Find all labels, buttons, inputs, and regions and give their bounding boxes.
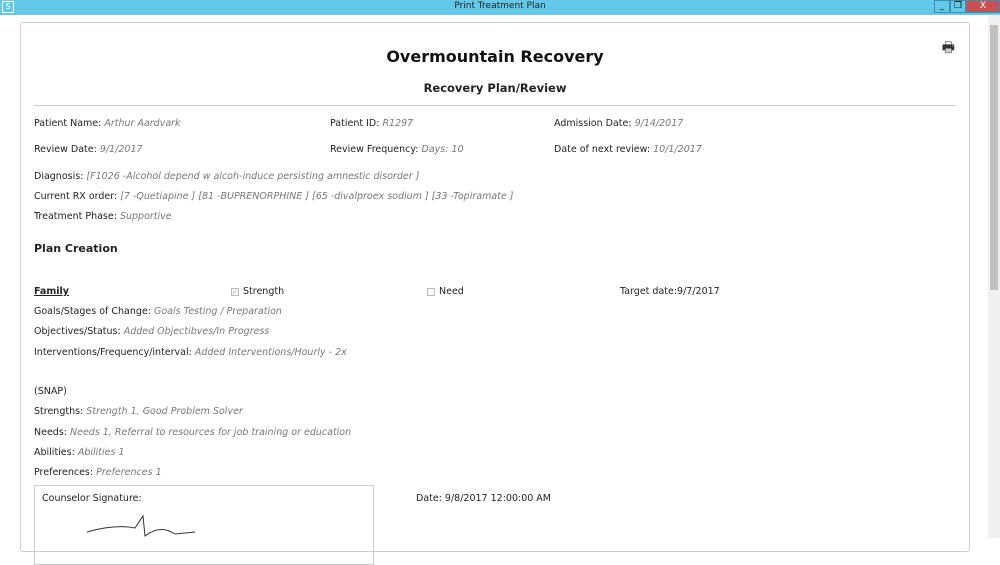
diagnosis-field: Diagnosis: [F1026 -Alcohol depend w alco… xyxy=(34,171,420,182)
signature-box: Counselor Signature: xyxy=(34,485,374,565)
abilities-field: Abilities: Abilities 1 xyxy=(34,447,125,458)
divider xyxy=(34,105,956,106)
admission-date-field: Admission Date: 9/14/2017 xyxy=(554,118,684,129)
snap-heading: (SNAP) xyxy=(34,386,67,397)
document-page: Overmountain Recovery Recovery Plan/Revi… xyxy=(20,22,970,565)
plan-area-family: Family xyxy=(34,286,69,297)
strengths-field: Strengths: Strength 1, Good Problem Solv… xyxy=(34,406,243,417)
restore-button[interactable]: ❐ xyxy=(950,0,966,13)
title-bar: S Print Treatment Plan _ ❐ X xyxy=(0,0,1000,15)
needs-field: Needs: Needs 1, Referral to resources fo… xyxy=(34,427,352,438)
signature-image xyxy=(86,514,196,537)
treatment-phase-field: Treatment Phase: Supportive xyxy=(34,211,172,222)
patient-id-field: Patient ID: R1297 xyxy=(330,118,414,129)
signature-date: Date: 9/8/2017 12:00:00 AM xyxy=(416,493,551,504)
signature-label: Counselor Signature: xyxy=(42,493,142,504)
strength-checkbox[interactable]: ✓ Strength xyxy=(231,286,284,297)
window-title: Print Treatment Plan xyxy=(454,1,546,11)
objectives-field: Objectives/Status: Added Objectibves/In … xyxy=(34,326,270,337)
checkbox-icon[interactable] xyxy=(427,287,435,296)
review-frequency-field: Review Frequency: Days: 10 xyxy=(330,144,464,155)
vertical-scrollbar[interactable] xyxy=(988,15,1000,538)
target-date: Target date:9/7/2017 xyxy=(620,286,720,297)
print-icon[interactable]: 🖶 xyxy=(942,37,955,61)
need-checkbox[interactable]: Need xyxy=(427,286,464,297)
next-review-field: Date of next review: 10/1/2017 xyxy=(554,144,702,155)
checkbox-checked-icon[interactable]: ✓ xyxy=(231,287,239,296)
patient-name-field: Patient Name: Arthur Aardvark xyxy=(34,118,181,129)
minimize-button[interactable]: _ xyxy=(934,0,950,13)
scrollbar-thumb[interactable] xyxy=(990,25,998,290)
preferences-field: Preferences: Preferences 1 xyxy=(34,467,162,478)
review-date-field: Review Date: 9/1/2017 xyxy=(34,144,143,155)
page-subtitle: Recovery Plan/Review xyxy=(423,81,567,95)
rx-order-field: Current RX order: [7 -Quetiapine ] [81 -… xyxy=(34,191,514,202)
interventions-field: Interventions/Frequency/interval: Added … xyxy=(34,347,347,358)
goals-field: Goals/Stages of Change: Goals Testing / … xyxy=(34,306,282,317)
plan-creation-heading: Plan Creation xyxy=(34,242,118,255)
close-button[interactable]: X xyxy=(966,0,1000,13)
org-title: Overmountain Recovery xyxy=(386,47,604,66)
